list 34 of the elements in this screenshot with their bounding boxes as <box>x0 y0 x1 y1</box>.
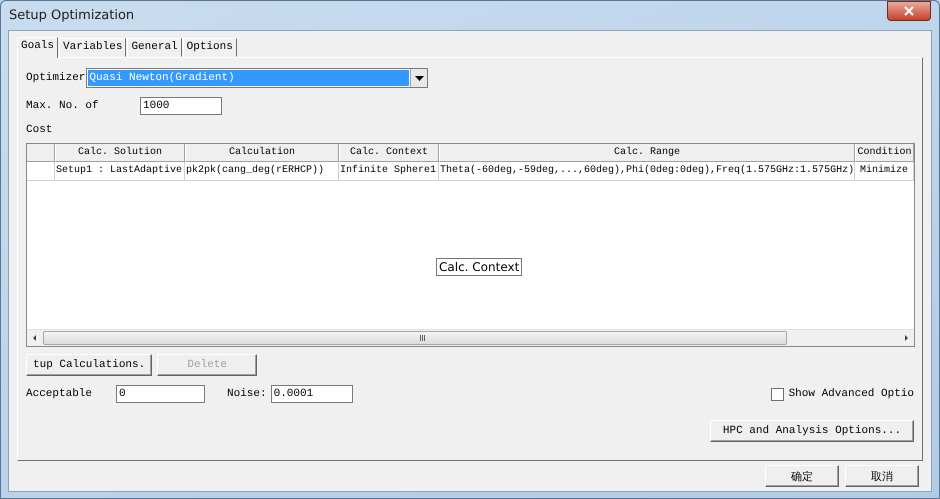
acceptable-field[interactable]: 0 <box>116 385 205 403</box>
hpc-options-button[interactable]: HPC and Analysis Options... <box>710 420 914 442</box>
max-iterations-label: Max. No. of <box>26 100 100 112</box>
close-button[interactable] <box>887 0 931 20</box>
column-header[interactable]: Calc. Solution <box>55 144 185 162</box>
window-title: Setup Optimization <box>9 8 134 23</box>
dropdown-caret-icon <box>414 76 424 80</box>
show-advanced-label: Show Advanced Optio <box>788 388 914 400</box>
table-cell: Theta(-60deg,-59deg,...,60deg),Phi(0deg:0deg),Freq(1.575GHz:1.575GHz) <box>439 162 855 181</box>
noise-field[interactable]: 0.0001 <box>270 385 353 403</box>
ok-button[interactable]: 确定 <box>765 465 839 487</box>
column-header[interactable]: Calc. Range <box>439 144 855 162</box>
tab[interactable]: Goals <box>17 37 58 58</box>
setup-calculations-button[interactable]: tup Calculations. <box>26 354 152 376</box>
acceptable-label: Acceptable <box>26 388 94 400</box>
noise-label: Noise: <box>227 388 267 400</box>
tab[interactable]: Variables <box>59 38 126 57</box>
optimizer-label: Optimizer <box>26 72 86 84</box>
close-icon <box>904 6 914 16</box>
table-cell: Infinite Sphere1 <box>339 162 439 181</box>
table-cell: Setup1 : LastAdaptive <box>55 162 185 181</box>
column-header[interactable]: Condition <box>855 144 914 162</box>
table-cell: Minimize <box>855 162 914 181</box>
cost-label: Cost <box>26 124 52 136</box>
row-header <box>27 144 55 162</box>
column-header[interactable]: Calculation <box>185 144 339 162</box>
table-cell: pk2pk(cang_deg(rERHCP)) <box>185 162 339 181</box>
tab[interactable]: Options <box>182 38 237 57</box>
cancel-button[interactable]: 取消 <box>845 465 919 487</box>
tooltip: Calc. Context <box>436 258 522 276</box>
tab[interactable]: General <box>127 38 182 57</box>
show-advanced-checkbox[interactable] <box>770 388 784 400</box>
max-iterations-field[interactable]: 1000 <box>140 97 222 115</box>
column-header[interactable]: Calc. Context <box>339 144 439 162</box>
